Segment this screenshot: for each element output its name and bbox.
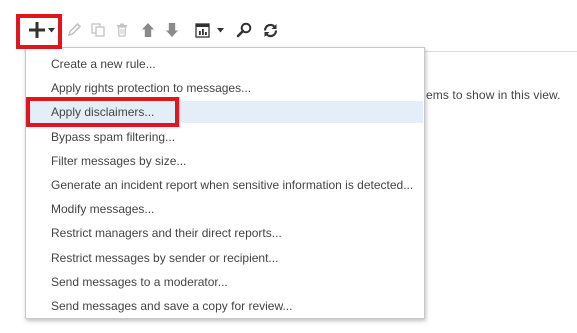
new-rule-button[interactable] (24, 17, 58, 43)
report-button[interactable] (192, 17, 226, 43)
new-rule-dropdown-menu: Create a new rule... Apply rights protect… (25, 47, 425, 319)
menu-item[interactable]: Send messages and save a copy for review… (27, 295, 423, 317)
report-icon (194, 22, 210, 38)
refresh-button[interactable] (259, 17, 281, 43)
menu-item[interactable]: Generate an incident report when sensiti… (27, 174, 423, 196)
menu-item[interactable]: Send messages to a moderator... (27, 271, 423, 293)
menu-item[interactable]: Apply rights protection to messages... (27, 77, 423, 99)
move-up-icon (141, 22, 155, 38)
menu-item[interactable]: Create a new rule... (27, 53, 423, 75)
edit-button[interactable] (64, 17, 84, 43)
menu-item[interactable]: Restrict messages by sender or recipient… (27, 247, 423, 269)
menu-item[interactable]: Apply disclaimers... (27, 101, 423, 124)
copy-button[interactable] (88, 17, 108, 43)
empty-list-message: ems to show in this view. (426, 88, 561, 102)
menu-item[interactable]: Modify messages... (27, 198, 423, 220)
chevron-down-icon (47, 27, 55, 33)
delete-icon (114, 22, 130, 38)
chevron-down-icon (216, 27, 224, 33)
menu-item[interactable]: Bypass spam filtering... (27, 126, 423, 148)
move-up-button[interactable] (138, 17, 158, 43)
move-down-button[interactable] (162, 17, 182, 43)
refresh-icon (262, 22, 279, 39)
copy-icon (90, 22, 106, 38)
move-down-icon (165, 22, 179, 38)
menu-item[interactable]: Restrict managers and their direct repor… (27, 222, 423, 244)
menu-item[interactable]: Filter messages by size... (27, 150, 423, 172)
delete-button[interactable] (112, 17, 132, 43)
search-button[interactable] (234, 17, 254, 43)
edit-icon (66, 22, 82, 38)
add-icon (28, 21, 46, 39)
search-icon (236, 22, 252, 38)
